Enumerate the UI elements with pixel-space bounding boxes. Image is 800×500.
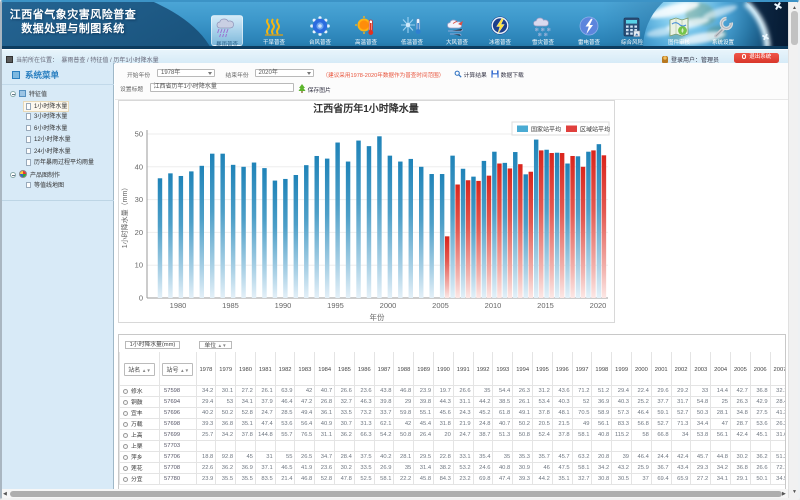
- svg-text:10: 10: [135, 261, 143, 270]
- svg-text:1985: 1985: [222, 301, 239, 310]
- svg-text:2020: 2020: [590, 301, 607, 310]
- svg-text:2015: 2015: [537, 301, 554, 310]
- svg-text:2005: 2005: [432, 301, 449, 310]
- svg-text:1990: 1990: [275, 301, 292, 310]
- svg-text:1980: 1980: [170, 301, 187, 310]
- svg-text:1995: 1995: [327, 301, 344, 310]
- svg-text:0: 0: [139, 294, 143, 303]
- svg-text:年份: 年份: [370, 312, 385, 322]
- svg-text:江西省历年1小时降水量: 江西省历年1小时降水量: [313, 102, 419, 115]
- svg-text:2010: 2010: [485, 301, 502, 310]
- svg-text:40: 40: [135, 162, 143, 171]
- svg-text:2000: 2000: [380, 301, 397, 310]
- svg-text:国家站平均: 国家站平均: [531, 126, 561, 134]
- svg-text:❄: ❄: [544, 32, 549, 39]
- svg-text:1小时降水量（mm）: 1小时降水量（mm）: [120, 184, 129, 249]
- svg-text:❄: ❄: [538, 32, 543, 39]
- svg-text:20: 20: [135, 228, 143, 237]
- svg-text:30: 30: [135, 195, 143, 204]
- svg-text:50: 50: [135, 130, 143, 139]
- svg-text:区域站平均: 区域站平均: [580, 126, 610, 134]
